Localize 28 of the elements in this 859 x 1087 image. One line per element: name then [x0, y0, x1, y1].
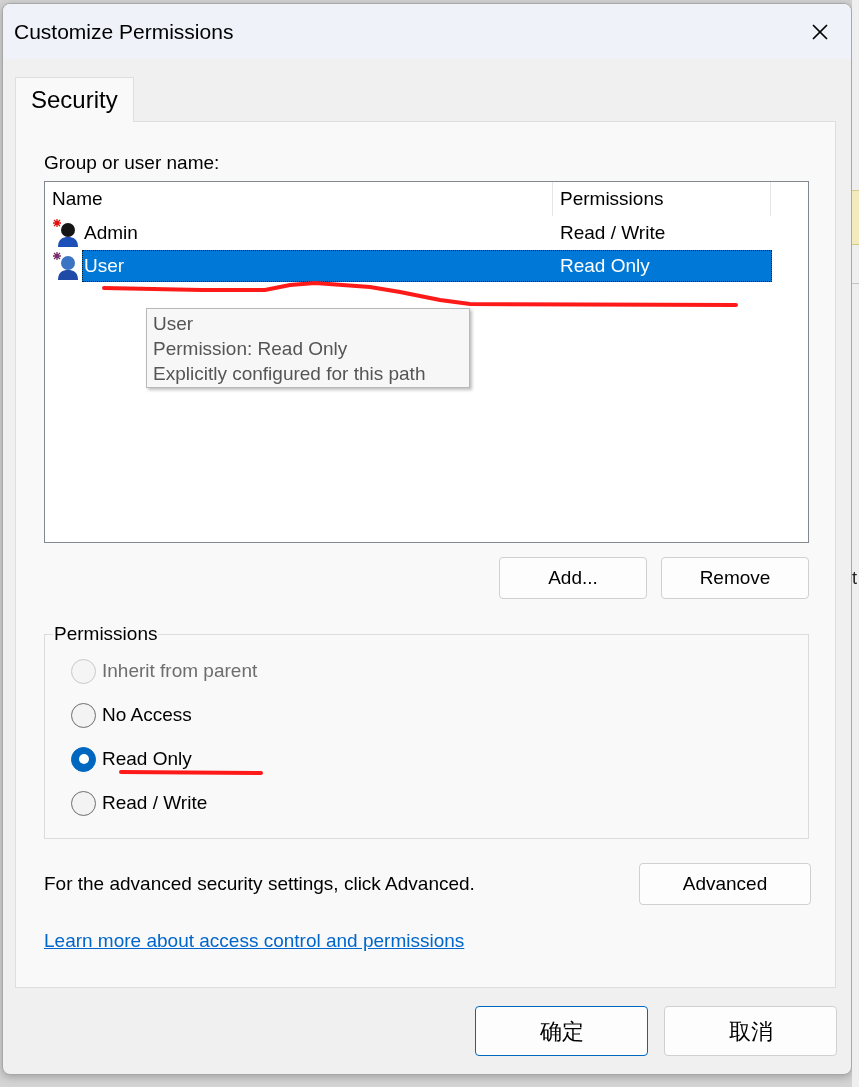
list-item[interactable]: User Read Only: [82, 249, 772, 282]
help-link[interactable]: Learn more about access control and permissions: [44, 930, 465, 952]
name-cell-text: Admin: [83, 220, 139, 245]
permission-option[interactable]: No Access: [71, 693, 192, 737]
list-label: Group or user name:: [44, 152, 220, 174]
background-text: t: [852, 567, 858, 589]
user-icon: [53, 218, 79, 247]
column-header[interactable]: Name: [45, 182, 553, 216]
dialog-button[interactable]: 确定: [475, 1006, 648, 1056]
tooltip-text: Permission: Read Only: [153, 337, 349, 361]
advanced-button[interactable]: Advanced: [639, 863, 811, 905]
permission-cell-text: Read / Write: [559, 220, 667, 245]
column-header[interactable]: Permissions: [553, 182, 771, 216]
list-item[interactable]: Admin Read / Write: [82, 216, 772, 249]
group-label: Permissions: [53, 623, 159, 645]
list-action-button[interactable]: Remove: [661, 557, 809, 599]
advanced-hint: For the advanced security settings, click Advanced.: [44, 871, 475, 896]
permission-option[interactable]: Read / Write: [71, 781, 208, 825]
tooltip-text: Explicitly configured for this path: [153, 362, 427, 386]
tab[interactable]: Security: [15, 77, 134, 122]
list-action-button[interactable]: Add...: [499, 557, 647, 599]
tooltip-text: User: [153, 312, 195, 336]
user-icon: [53, 251, 79, 280]
dialog-button[interactable]: 取消: [664, 1006, 837, 1056]
window-title: Customize Permissions: [14, 18, 234, 45]
permission-cell-text: Read Only: [559, 253, 651, 278]
name-cell-text: User: [83, 253, 126, 278]
permission-option[interactable]: Read Only: [71, 737, 192, 781]
